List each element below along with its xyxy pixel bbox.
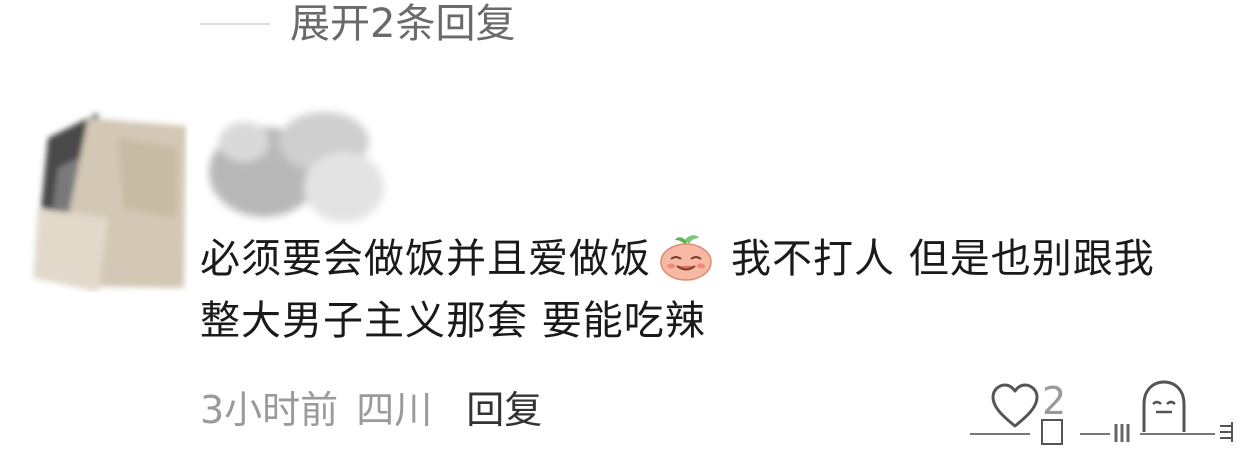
expand-replies-button[interactable]: 展开2条回复 <box>200 0 515 48</box>
user-avatar[interactable] <box>28 108 188 292</box>
comment-body: 必须要会做饭并且爱做饭 我不打人 但是也别跟我整大男子主义那套 要能吃辣 <box>200 228 1190 352</box>
smiling-face-emoji <box>657 232 715 282</box>
comment-location: 四川 <box>356 387 433 432</box>
comment-meta: 3小时前 四川 回复 <box>200 378 542 434</box>
username-redacted[interactable] <box>204 102 392 230</box>
comment-time: 3小时前 <box>200 387 339 432</box>
reply-button[interactable]: 回复 <box>466 379 542 434</box>
comment-text-part1: 必须要会做饭并且爱做饭 <box>200 236 651 282</box>
expand-replies-label: 展开2条回复 <box>290 1 516 47</box>
expand-divider-line <box>200 23 270 25</box>
bottom-toolbar-fragment <box>970 416 1240 446</box>
